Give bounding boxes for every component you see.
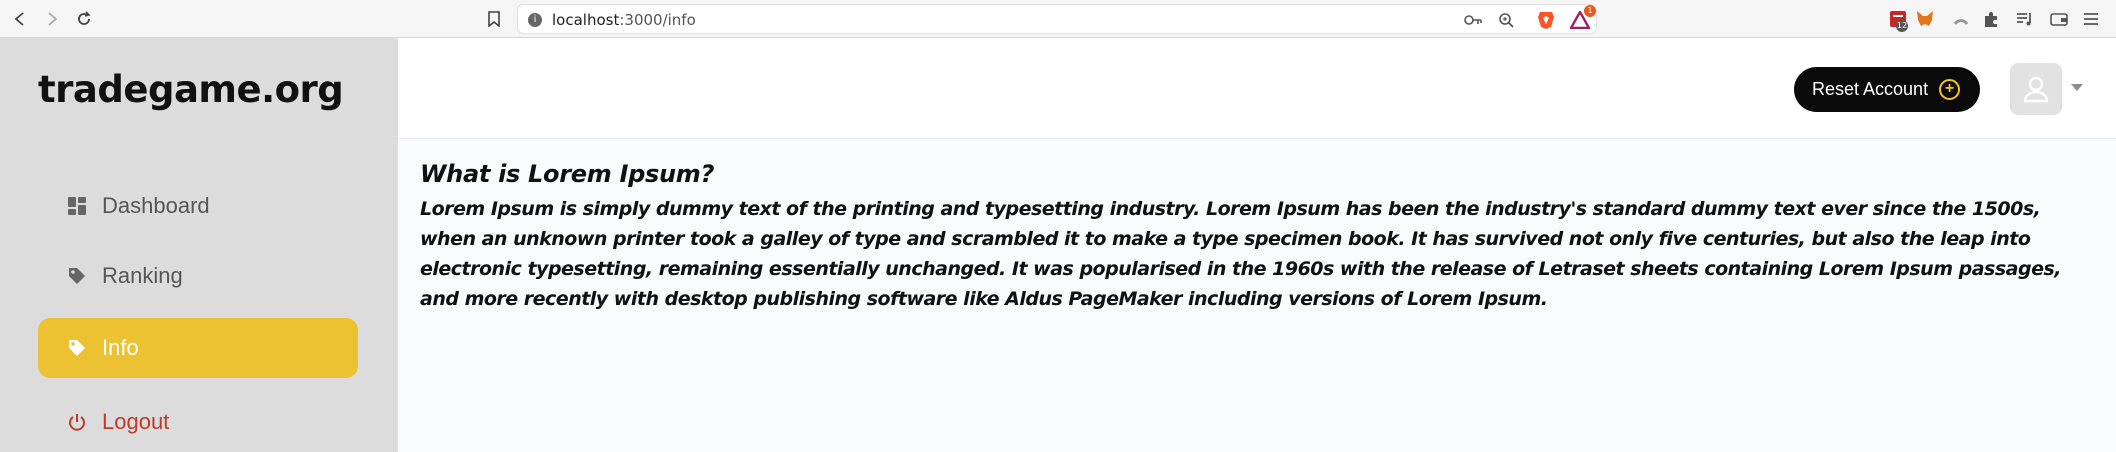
user-icon <box>2023 76 2049 103</box>
brand-logo[interactable]: tradegame.org <box>38 68 344 111</box>
reset-account-button[interactable]: Reset Account + <box>1794 67 1980 112</box>
plus-circle-icon: + <box>1939 79 1960 100</box>
tag-icon <box>66 265 88 287</box>
dashboard-icon <box>66 195 88 217</box>
rewards-badge: 1 <box>1584 5 1596 17</box>
calendar-badge: 12 <box>1896 20 1908 32</box>
arc-extension-icon[interactable] <box>1950 8 1972 30</box>
tag-icon <box>66 337 88 359</box>
page-title: What is Lorem Ipsum? <box>420 160 715 188</box>
main-content: What is Lorem Ipsum? Lorem Ipsum is simp… <box>420 160 2090 314</box>
sidebar-item-label: Ranking <box>102 263 183 288</box>
menu-icon[interactable] <box>2080 8 2102 30</box>
sidebar-item-info[interactable]: Info <box>38 318 358 378</box>
key-icon[interactable] <box>1463 10 1483 30</box>
info-paragraph: Lorem Ipsum is simply dummy text of the … <box>420 198 2062 310</box>
sidebar-item-ranking[interactable]: Ranking <box>38 246 358 306</box>
brave-shield-icon[interactable] <box>1536 10 1556 30</box>
sidebar-item-logout[interactable]: Logout <box>38 392 358 452</box>
bookmark-icon[interactable] <box>482 7 506 31</box>
sidebar-item-label: Info <box>102 335 139 360</box>
sidebar: tradegame.org Dashboard Ranking Info Log… <box>0 38 398 452</box>
reload-icon[interactable] <box>72 7 96 31</box>
back-icon[interactable] <box>8 7 32 31</box>
sidebar-item-dashboard[interactable]: Dashboard <box>38 176 358 236</box>
url-text: localhost:3000/info <box>552 11 696 29</box>
sidebar-item-label: Logout <box>102 409 170 434</box>
playlist-icon[interactable] <box>2014 8 2036 30</box>
avatar[interactable] <box>2010 63 2062 115</box>
forward-icon[interactable] <box>40 7 64 31</box>
puzzle-icon[interactable] <box>1980 8 2002 30</box>
wallet-icon[interactable] <box>2048 8 2070 30</box>
reset-account-label: Reset Account <box>1812 79 1929 99</box>
browser-toolbar: i localhost:3000/info 1 12 <box>0 0 2116 38</box>
power-icon <box>66 411 88 433</box>
chevron-down-icon[interactable] <box>2071 84 2083 91</box>
site-info-icon[interactable]: i <box>528 13 542 27</box>
zoom-icon[interactable] <box>1496 10 1516 30</box>
address-bar[interactable]: i localhost:3000/info 1 <box>517 4 1597 34</box>
sidebar-item-label: Dashboard <box>102 193 210 218</box>
metamask-icon[interactable] <box>1914 8 1936 30</box>
